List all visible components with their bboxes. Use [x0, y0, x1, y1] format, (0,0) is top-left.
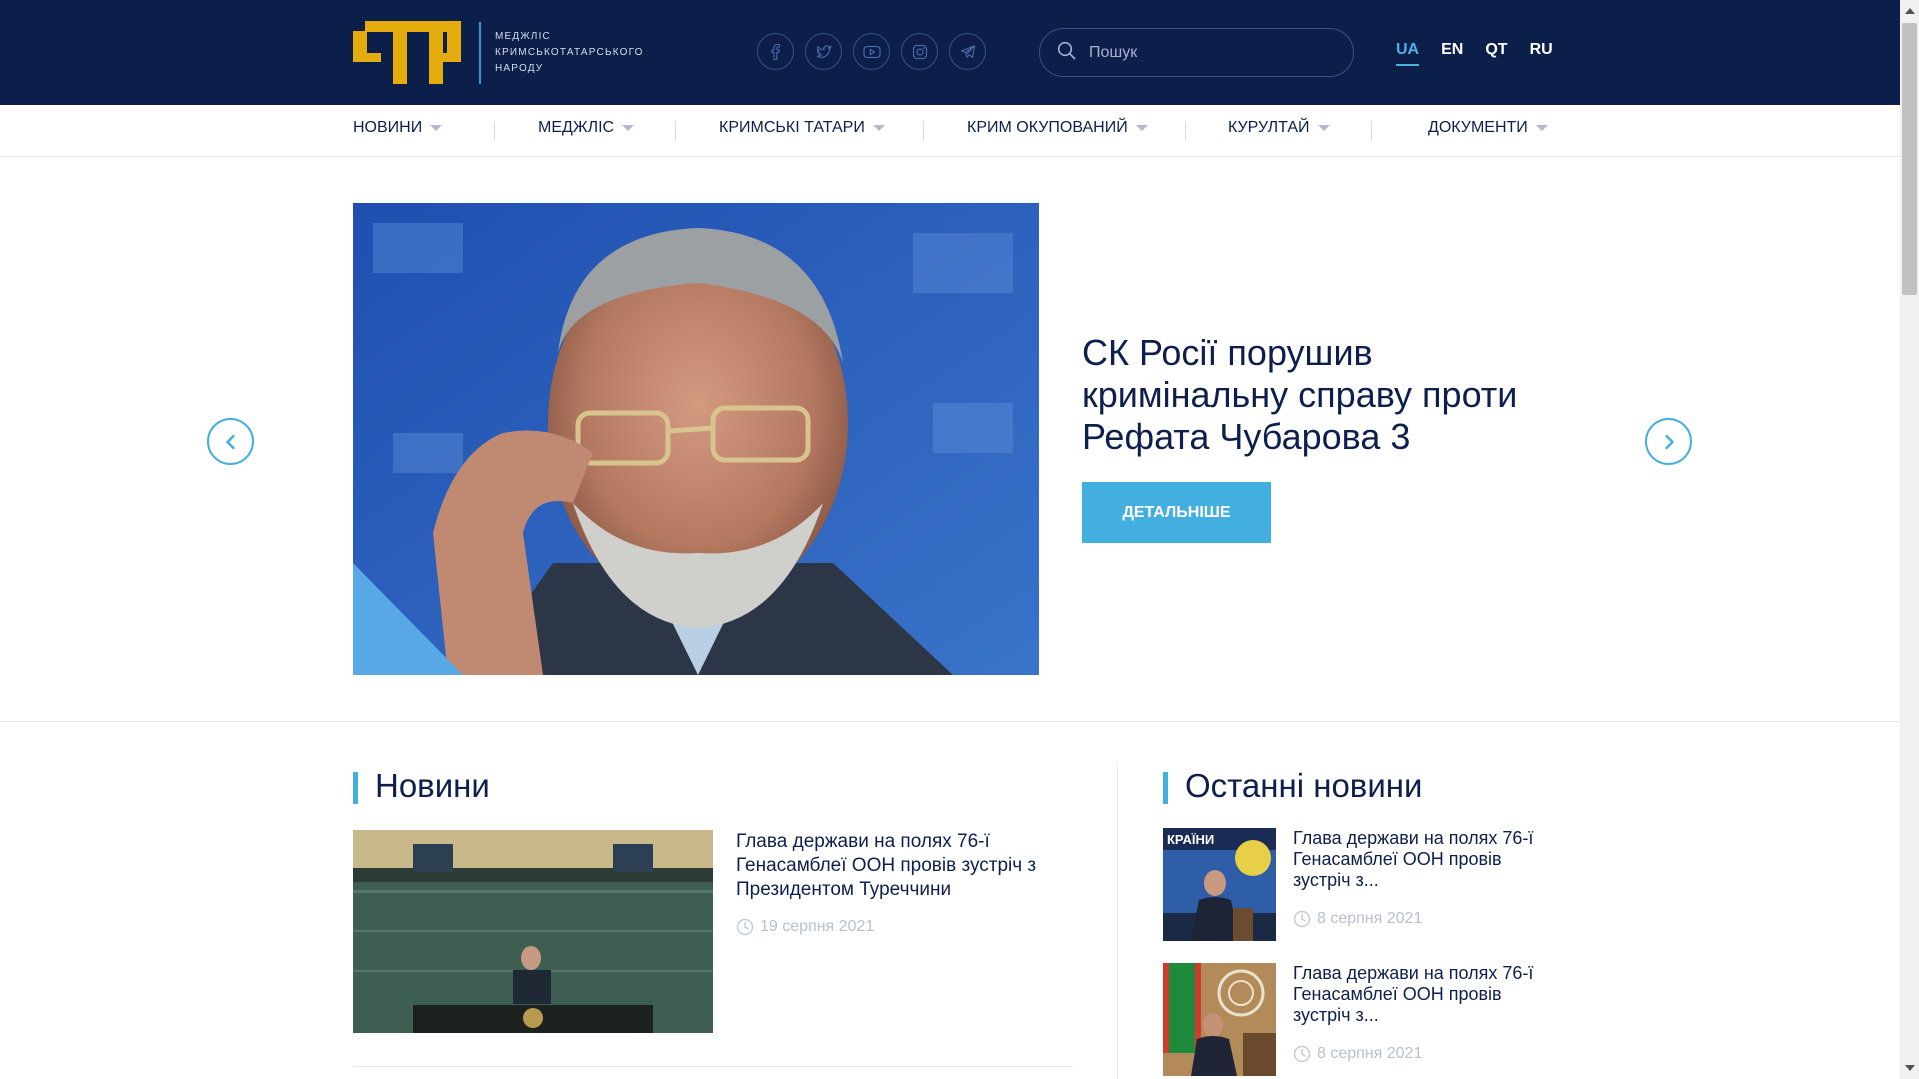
- nav-item-label: КУРУЛТАЙ: [1228, 119, 1310, 136]
- search-input[interactable]: [1089, 43, 1329, 62]
- latest-news-date: 8 серпня 2021: [1293, 910, 1422, 928]
- column-divider: [1117, 766, 1118, 1079]
- hero-photo[interactable]: [353, 203, 1039, 675]
- search-icon: [1057, 41, 1076, 65]
- nav-item-label: КРИМСЬКІ ТАТАРИ: [719, 119, 865, 136]
- date-text: 8 серпня 2021: [1317, 1045, 1423, 1062]
- nav-divider: [675, 121, 676, 141]
- scroll-down-arrow-icon[interactable]: [1905, 1065, 1915, 1071]
- clock-icon: [1293, 910, 1311, 928]
- telegram-icon[interactable]: [949, 33, 986, 70]
- twitter-icon[interactable]: [805, 33, 842, 70]
- chevron-down-icon: [622, 125, 635, 131]
- date-text: 19 серпня 2021: [760, 918, 875, 935]
- news-date: 19 серпня 2021: [736, 918, 874, 936]
- scroll-up-arrow-icon[interactable]: [1905, 8, 1915, 14]
- nav-item-label: МЕДЖЛІС: [538, 119, 615, 136]
- nav-item-news[interactable]: НОВИНИ: [353, 119, 443, 137]
- logo-text: МЕДЖЛІС КРИМСЬКОТАТАРСЬКОГО НАРОДУ: [495, 30, 644, 74]
- latest-news-thumbnail[interactable]: [1163, 963, 1276, 1076]
- news-section-title: Новини: [353, 768, 490, 804]
- nav-item-documents[interactable]: ДОКУМЕНТИ: [1428, 119, 1548, 137]
- nav-divider: [494, 121, 495, 141]
- search-box[interactable]: [1039, 28, 1354, 77]
- page-scrollbar[interactable]: [1900, 0, 1919, 1079]
- instagram-icon[interactable]: [901, 33, 938, 70]
- clock-icon: [736, 918, 754, 936]
- lang-en[interactable]: EN: [1441, 41, 1463, 66]
- language-switcher: UA EN QT RU: [1396, 41, 1553, 66]
- svg-text:КРАЇНИ: КРАЇНИ: [1167, 832, 1214, 847]
- date-text: 8 серпня 2021: [1317, 910, 1423, 927]
- news-photo[interactable]: [353, 830, 713, 1033]
- site-logo[interactable]: МЕДЖЛІС КРИМСЬКОТАТАРСЬКОГО НАРОДУ: [353, 21, 655, 84]
- lang-ua[interactable]: UA: [1396, 41, 1420, 66]
- news-headline[interactable]: Глава держави на полях 76-ї Генасамблеї …: [736, 830, 1076, 902]
- youtube-icon[interactable]: [853, 33, 890, 70]
- nav-item-mejlis[interactable]: МЕДЖЛІС: [538, 119, 635, 137]
- main-nav: НОВИНИ МЕДЖЛІС КРИМСЬКІ ТАТАРИ КРИМ ОКУП…: [0, 105, 1900, 157]
- nav-item-kurultai[interactable]: КУРУЛТАЙ: [1228, 119, 1330, 137]
- lang-qt[interactable]: QT: [1485, 41, 1507, 66]
- section-divider: [0, 721, 1900, 722]
- logo-divider: [479, 21, 481, 84]
- nav-item-crimea-occupied[interactable]: КРИМ ОКУПОВАНИЙ: [967, 119, 1148, 137]
- hero-title[interactable]: СК Росії порушив кримінальну справу прот…: [1082, 332, 1552, 458]
- latest-news-headline[interactable]: Глава держави на полях 76-ї Генасамблеї …: [1293, 963, 1553, 1026]
- chevron-down-icon: [1135, 125, 1148, 131]
- chevron-left-icon: [225, 434, 235, 449]
- chevron-down-icon: [1317, 125, 1330, 131]
- news-divider: [353, 1066, 1073, 1067]
- nav-divider: [1371, 121, 1372, 141]
- nav-item-label: НОВИНИ: [353, 119, 423, 136]
- nav-divider: [923, 121, 924, 141]
- chevron-right-icon: [1664, 434, 1674, 449]
- latest-news-section-title: Останні новини: [1163, 768, 1422, 804]
- details-button[interactable]: ДЕТАЛЬНІШЕ: [1082, 482, 1271, 543]
- scrollbar-thumb[interactable]: [1902, 23, 1917, 295]
- nav-item-label: ДОКУМЕНТИ: [1428, 119, 1528, 136]
- tamga-logo-icon: [353, 21, 461, 84]
- lang-ru[interactable]: RU: [1530, 41, 1553, 66]
- latest-news-date: 8 серпня 2021: [1293, 1045, 1422, 1063]
- slider-prev-button[interactable]: [207, 418, 254, 465]
- nav-item-crimean-tatars[interactable]: КРИМСЬКІ ТАТАРИ: [719, 119, 885, 137]
- latest-news-headline[interactable]: Глава держави на полях 76-ї Генасамблеї …: [1293, 828, 1553, 891]
- facebook-icon[interactable]: [757, 33, 794, 70]
- clock-icon: [1293, 1045, 1311, 1063]
- chevron-down-icon: [430, 125, 443, 131]
- nav-divider: [1185, 121, 1186, 141]
- nav-item-label: КРИМ ОКУПОВАНИЙ: [967, 119, 1128, 136]
- chevron-down-icon: [1535, 125, 1548, 131]
- slider-next-button[interactable]: [1645, 418, 1692, 465]
- top-header: МЕДЖЛІС КРИМСЬКОТАТАРСЬКОГО НАРОДУ UA EN…: [0, 0, 1900, 105]
- chevron-down-icon: [872, 125, 885, 131]
- latest-news-thumbnail[interactable]: КРАЇНИ: [1163, 828, 1276, 941]
- social-links: [757, 33, 986, 70]
